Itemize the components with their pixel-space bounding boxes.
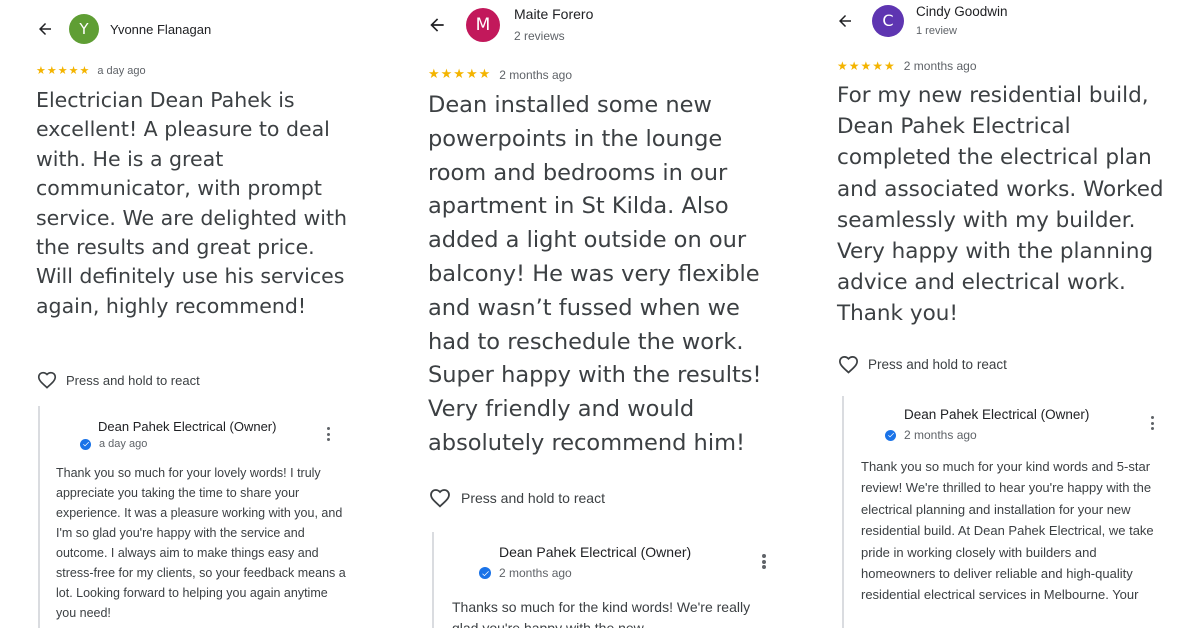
avatar[interactable]: M bbox=[466, 7, 500, 42]
owner-response: Dean Pahek Electrical (Owner) 2 months a… bbox=[432, 532, 772, 628]
review-panel-yvonne: Y Yvonne Flanagan ★★★★★ a day ago Electr… bbox=[0, 0, 390, 628]
owner-response: Dean Pahek Electrical (Owner) a day ago … bbox=[38, 406, 360, 628]
rating-row: ★★★★★ 2 months ago bbox=[837, 59, 977, 73]
review-date: a day ago bbox=[97, 64, 146, 77]
rating-row: ★★★★★ 2 months ago bbox=[428, 67, 572, 82]
react-label: Press and hold to react bbox=[461, 490, 605, 506]
react-label: Press and hold to react bbox=[868, 357, 1007, 372]
owner-name: Dean Pahek Electrical (Owner) bbox=[499, 544, 692, 560]
review-text: For my new residential build, Dean Pahek… bbox=[837, 83, 1164, 327]
heart-outline-icon bbox=[37, 371, 57, 389]
heart-outline-icon bbox=[839, 355, 858, 374]
owner-response: Dean Pahek Electrical (Owner) 2 months a… bbox=[842, 396, 1180, 628]
review-header: M Maite Forero 2 reviews bbox=[426, 6, 593, 43]
verified-check-icon bbox=[479, 567, 491, 579]
avatar[interactable]: Y bbox=[69, 14, 99, 44]
reviewer-review-count: 1 review bbox=[916, 25, 957, 37]
heart-outline-icon bbox=[430, 489, 450, 508]
star-rating: ★★★★★ bbox=[36, 64, 91, 77]
verified-check-icon bbox=[80, 438, 91, 450]
avatar[interactable]: C bbox=[872, 4, 904, 37]
more-options-icon[interactable] bbox=[325, 427, 331, 441]
react-button[interactable]: Press and hold to react bbox=[837, 353, 1007, 376]
avatar-initial: C bbox=[882, 11, 894, 30]
review-text: Dean installed some new powerpoints in t… bbox=[428, 92, 762, 456]
review-date: 2 months ago bbox=[903, 59, 977, 73]
owner-date: 2 months ago bbox=[904, 428, 977, 442]
owner-name: Dean Pahek Electrical (Owner) bbox=[904, 407, 1090, 422]
reviewer-review-count: 2 reviews bbox=[514, 29, 565, 43]
back-arrow-icon[interactable] bbox=[426, 14, 448, 36]
owner-response-text: Thanks so much for the kind words! We're… bbox=[452, 599, 751, 628]
avatar-initial: M bbox=[475, 14, 491, 35]
reviewer-name[interactable]: Maite Forero bbox=[514, 6, 593, 22]
owner-response-text: Thank you so much for your lovely words!… bbox=[56, 466, 346, 620]
owner-date-row: a day ago bbox=[80, 438, 147, 450]
more-options-icon[interactable] bbox=[1149, 416, 1155, 430]
star-rating: ★★★★★ bbox=[428, 67, 492, 82]
review-header: Y Yvonne Flanagan bbox=[34, 14, 211, 44]
owner-date: a day ago bbox=[99, 438, 148, 450]
rating-row: ★★★★★ a day ago bbox=[36, 64, 146, 77]
review-panel-cindy: C Cindy Goodwin 1 review ★★★★★ 2 months … bbox=[804, 0, 1200, 628]
owner-response-text: Thank you so much for your kind words an… bbox=[861, 459, 1154, 603]
owner-date-row: 2 months ago bbox=[479, 566, 572, 580]
back-arrow-icon[interactable] bbox=[34, 18, 56, 40]
review-date: 2 months ago bbox=[499, 67, 572, 82]
react-label: Press and hold to react bbox=[66, 372, 200, 388]
review-header: C Cindy Goodwin 1 review bbox=[834, 4, 1008, 37]
owner-date: 2 months ago bbox=[499, 566, 572, 580]
owner-date-row: 2 months ago bbox=[885, 428, 977, 442]
more-options-icon[interactable] bbox=[761, 554, 767, 569]
react-button[interactable]: Press and hold to react bbox=[36, 369, 200, 391]
reviewer-name[interactable]: Cindy Goodwin bbox=[916, 4, 1008, 19]
reviewer-name[interactable]: Yvonne Flanagan bbox=[110, 22, 211, 37]
back-arrow-icon[interactable] bbox=[834, 10, 856, 32]
star-rating: ★★★★★ bbox=[837, 59, 896, 73]
verified-check-icon bbox=[885, 429, 896, 441]
owner-name: Dean Pahek Electrical (Owner) bbox=[98, 419, 277, 434]
review-panel-maite: M Maite Forero 2 reviews ★★★★★ 2 months … bbox=[392, 0, 802, 628]
react-button[interactable]: Press and hold to react bbox=[428, 486, 605, 510]
review-text: Electrician Dean Pahek is excellent! A p… bbox=[36, 88, 348, 318]
avatar-initial: Y bbox=[79, 20, 89, 38]
